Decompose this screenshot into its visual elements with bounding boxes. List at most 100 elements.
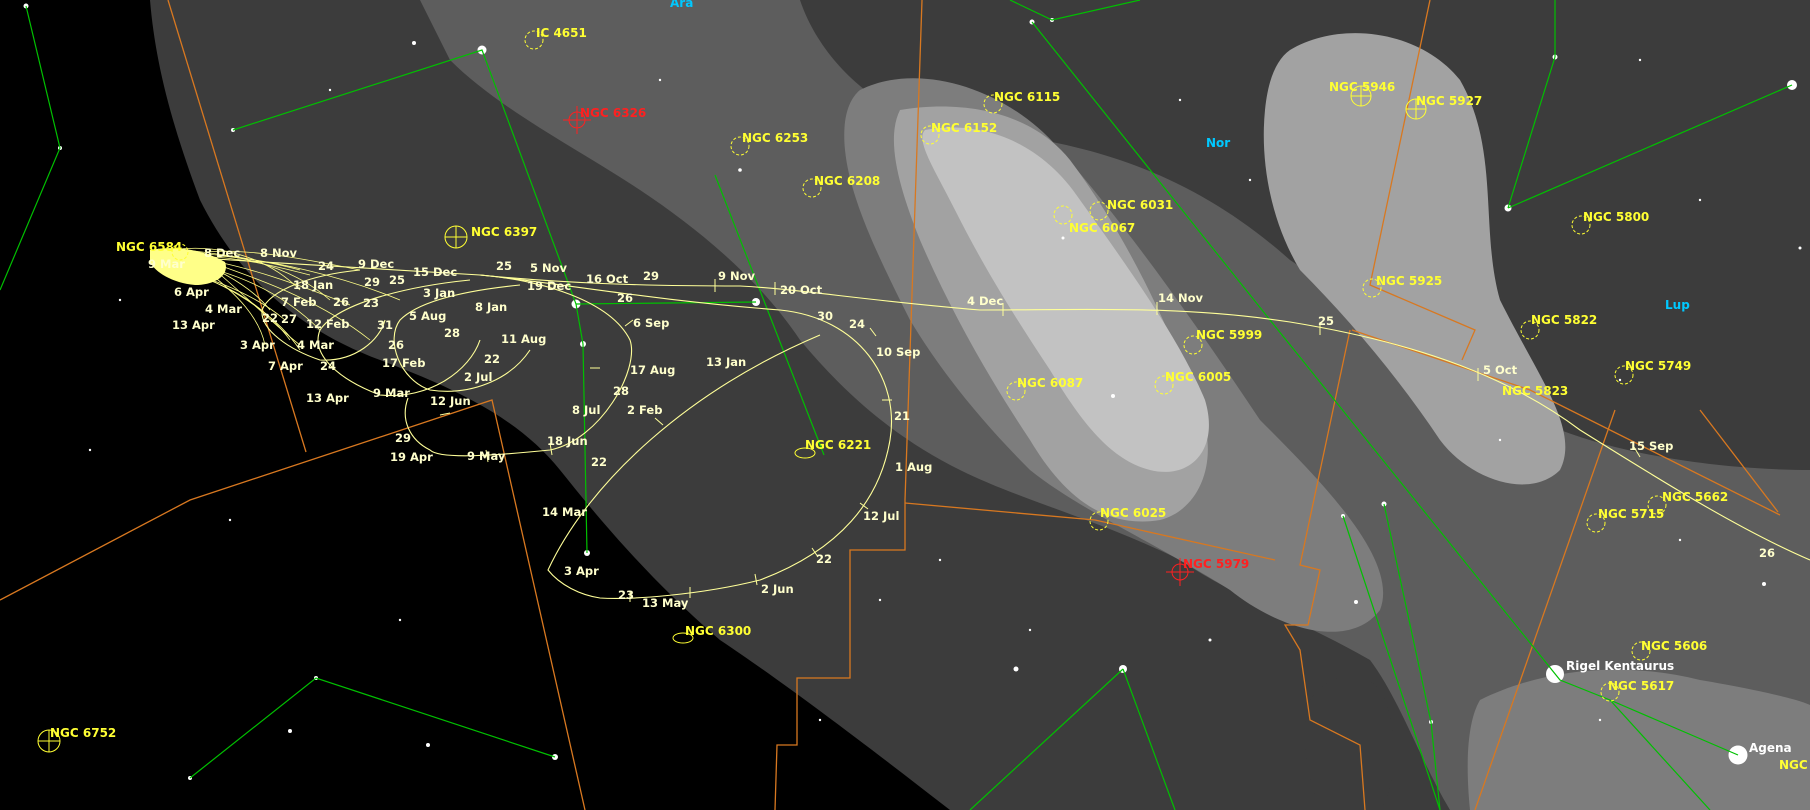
- track-label: 23: [618, 588, 634, 602]
- track-label: 5 Oct: [1483, 363, 1518, 377]
- track-label: 27: [281, 312, 297, 326]
- star: [118, 298, 122, 302]
- track-label: 18 Jan: [293, 278, 333, 292]
- track-label: 2 Feb: [627, 403, 662, 417]
- star-chart[interactable]: Ara Nor Lup Rigel Kentaurus Agena IC 465…: [0, 0, 1810, 810]
- track-label: 6 Sep: [633, 316, 669, 330]
- dso-label: NGC 5927: [1416, 94, 1482, 108]
- track-label: 9 Mar: [148, 257, 185, 271]
- track-label: 28: [613, 384, 629, 398]
- track-label: 9 Mar: [373, 386, 410, 400]
- track-label: 6 Apr: [174, 285, 209, 299]
- star: [818, 718, 822, 722]
- track-label: 3 Apr: [564, 564, 599, 578]
- dso-label: NGC 6087: [1017, 376, 1083, 390]
- track-label: 19 Apr: [390, 450, 433, 464]
- track-label: 26: [333, 295, 349, 309]
- track-label: 25: [496, 259, 512, 273]
- track-label: 2 Jul: [464, 370, 492, 384]
- track-label: 28: [444, 326, 460, 340]
- track-label: 3 Apr: [240, 338, 275, 352]
- dso-label: NGC 6031: [1107, 198, 1173, 212]
- star: [1638, 58, 1642, 62]
- track-label: 25: [389, 273, 405, 287]
- track-label: 17 Aug: [630, 363, 675, 377]
- track-label: 30: [817, 309, 833, 323]
- track-label: 19 Dec: [527, 279, 571, 293]
- star: [938, 558, 942, 562]
- track-label: 26: [617, 291, 633, 305]
- track-label: 24: [320, 359, 336, 373]
- track-label: 17 Feb: [382, 356, 425, 370]
- star: [1598, 718, 1602, 722]
- track-label: 22: [591, 455, 607, 469]
- milky-way-dark-lane: [1304, 675, 1395, 810]
- star: [228, 518, 232, 522]
- star: [412, 41, 416, 45]
- star: [1013, 666, 1019, 672]
- dso-label: NGC 5946: [1329, 80, 1395, 94]
- dso-label: NGC 5822: [1531, 313, 1597, 327]
- track-label: 3 Jan: [423, 286, 455, 300]
- track-label: 14 Mar: [542, 505, 587, 519]
- track-label: 13 Jan: [706, 355, 746, 369]
- star: [1061, 236, 1065, 240]
- track-label: 5 Nov: [530, 261, 568, 275]
- star: [398, 618, 402, 622]
- track-label: 26: [388, 338, 404, 352]
- track-label: 8 Jan: [475, 300, 507, 314]
- constellation-line: [189, 677, 556, 779]
- track-label: 4 Mar: [297, 338, 334, 352]
- track-label: 7 Feb: [281, 295, 316, 309]
- track-label: 21: [894, 409, 910, 423]
- sky-map[interactable]: Ara Nor Lup Rigel Kentaurus Agena IC 465…: [0, 0, 1810, 810]
- dso-label: NGC 5823: [1502, 384, 1568, 398]
- track-label: 24: [849, 317, 865, 331]
- track-label: 8 Nov: [260, 246, 298, 260]
- dso-label: NGC 6253: [742, 131, 808, 145]
- track-label: 1 Aug: [895, 460, 932, 474]
- track-label: 13 May: [642, 596, 689, 610]
- star: [1798, 246, 1802, 250]
- star: [658, 78, 662, 82]
- star: [1618, 378, 1622, 382]
- track-label: 15 Sep: [1629, 439, 1673, 453]
- star-label-agena: Agena: [1749, 741, 1792, 755]
- dso-label: NGC 6025: [1100, 506, 1166, 520]
- track-label: 15 Dec: [413, 265, 457, 279]
- track-label: 10 Sep: [876, 345, 920, 359]
- star: [1678, 538, 1682, 542]
- track-label: 9 May: [467, 449, 506, 463]
- dso-label: NGC 6067: [1069, 221, 1135, 235]
- dso-label: NGC 5606: [1641, 639, 1707, 653]
- dso-label: NGC 6152: [931, 121, 997, 135]
- dso-label: NGC 5979: [1183, 557, 1249, 571]
- track-label: 9 Dec: [358, 257, 394, 271]
- star: [328, 88, 332, 92]
- track-label: 13 Apr: [172, 318, 215, 332]
- star: [1498, 438, 1502, 442]
- constellation-label-nor: Nor: [1206, 136, 1230, 150]
- track-label: 9 Nov: [718, 269, 756, 283]
- track-label: 29: [395, 431, 411, 445]
- star: [426, 743, 430, 747]
- dso-label: NGC 5925: [1376, 274, 1442, 288]
- constellation-label-lup: Lup: [1665, 298, 1690, 312]
- track-label: 5 Aug: [409, 309, 446, 323]
- track-label: 29: [364, 275, 380, 289]
- dso-label: NGC 6221: [805, 438, 871, 452]
- track-label: 7 Apr: [268, 359, 303, 373]
- track-label: 22: [484, 352, 500, 366]
- track-label: 24: [318, 259, 334, 273]
- track-label: 8 Jul: [572, 403, 600, 417]
- track-label: 18 Jun: [547, 434, 588, 448]
- constellation-label-ara: Ara: [670, 0, 693, 10]
- constellation-line: [0, 5, 61, 291]
- track-label: 4 Dec: [967, 294, 1003, 308]
- track-label: 22: [816, 552, 832, 566]
- globular-cluster-icon[interactable]: [444, 225, 468, 249]
- star: [1028, 628, 1032, 632]
- track-label: 16 Oct: [586, 272, 629, 286]
- dso-label: NGC 6752: [50, 726, 116, 740]
- dso-label: NGC 5749: [1625, 359, 1691, 373]
